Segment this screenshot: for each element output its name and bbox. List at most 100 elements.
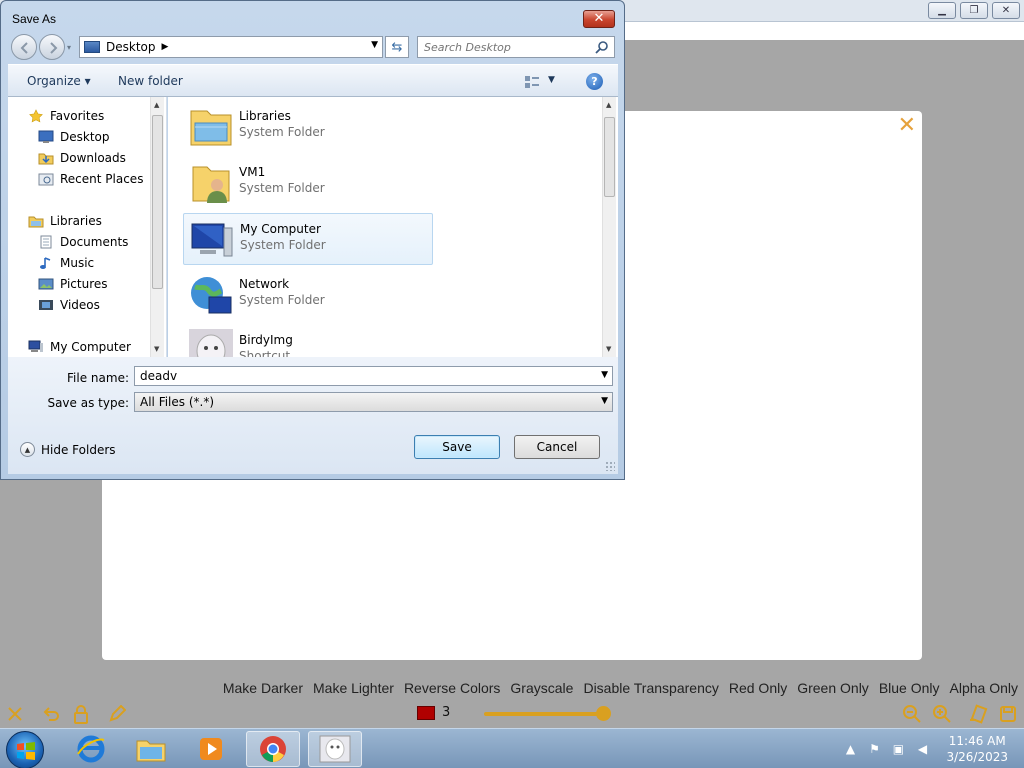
address-bar[interactable]: Desktop ▶ ▼ — [79, 36, 383, 58]
filter-grayscale[interactable]: Grayscale — [510, 680, 573, 696]
canvas-close-icon[interactable]: ✕ — [898, 115, 916, 137]
change-view-icon[interactable] — [524, 75, 540, 89]
color-swatch[interactable] — [417, 706, 435, 720]
network-status-icon[interactable]: ▣ — [890, 741, 906, 757]
scroll-down-icon[interactable]: ▼ — [606, 345, 611, 353]
help-icon[interactable]: ? — [586, 73, 603, 90]
recent-places-icon — [38, 173, 54, 186]
save-as-dialog: Save As ✕ ▾ Desktop ▶ ▼ ⇆ Organize ▾ New… — [0, 0, 625, 480]
desktop-icon — [38, 130, 54, 143]
filter-blue-only[interactable]: Blue Only — [879, 680, 940, 696]
dialog-close-button[interactable]: ✕ — [583, 10, 615, 28]
refresh-icon: ⇆ — [391, 39, 403, 55]
file-explorer-icon[interactable] — [124, 731, 178, 767]
internet-explorer-icon[interactable] — [64, 731, 118, 767]
volume-muted-icon[interactable]: ◀ — [914, 741, 930, 757]
nav-libraries[interactable]: Libraries — [28, 212, 102, 230]
save-button[interactable]: Save — [414, 435, 500, 459]
filter-red-only[interactable]: Red Only — [729, 680, 787, 696]
image-app-icon[interactable] — [308, 731, 362, 767]
nav-downloads[interactable]: Downloads — [38, 149, 126, 167]
organize-menu[interactable]: Organize ▾ — [27, 74, 91, 88]
hide-folders-button[interactable]: ▲ Hide Folders — [20, 442, 116, 457]
nav-favorites[interactable]: Favorites — [28, 107, 104, 125]
media-player-icon[interactable] — [184, 731, 238, 767]
nav-my-computer[interactable]: My Computer — [28, 338, 131, 356]
file-list-scrollbar[interactable]: ▲ ▼ — [602, 97, 616, 357]
nav-pane-scrollbar[interactable]: ▲ ▼ — [150, 97, 164, 357]
close-window-button[interactable]: ✕ — [992, 2, 1020, 19]
save-icon[interactable] — [996, 702, 1020, 726]
search-input[interactable] — [424, 40, 594, 54]
cancel-button[interactable]: Cancel — [514, 435, 600, 459]
nav-pictures[interactable]: Pictures — [38, 275, 108, 293]
file-name: Network — [239, 277, 290, 291]
recent-locations-icon[interactable]: ▾ — [67, 43, 71, 52]
filter-alpha-only[interactable]: Alpha Only — [950, 680, 1018, 696]
navigation-pane: Favorites Desktop Downloads Recent Place… — [8, 97, 167, 357]
nav-desktop[interactable]: Desktop — [38, 128, 110, 146]
file-name-dropdown-icon[interactable]: ▼ — [601, 370, 608, 380]
file-item-vm1[interactable]: VM1 System Folder — [183, 157, 433, 209]
save-type-select[interactable]: All Files (*.*) ▼ — [134, 392, 613, 412]
filter-green-only[interactable]: Green Only — [797, 680, 869, 696]
file-item-birdyimg[interactable]: BirdyImg Shortcut — [183, 325, 433, 357]
filter-reverse-colors[interactable]: Reverse Colors — [404, 680, 500, 696]
music-icon — [40, 257, 51, 269]
save-type-dropdown-icon[interactable]: ▼ — [601, 396, 608, 406]
scroll-down-icon[interactable]: ▼ — [154, 345, 159, 353]
new-folder-button[interactable]: New folder — [118, 74, 183, 88]
nav-videos[interactable]: Videos — [38, 296, 100, 314]
search-icon[interactable] — [595, 40, 609, 54]
start-button[interactable] — [6, 731, 44, 768]
show-hidden-icons-icon[interactable]: ▲ — [842, 741, 858, 757]
nav-label: Documents — [60, 235, 129, 249]
resize-grip-icon[interactable] — [605, 461, 615, 471]
zoom-in-icon[interactable] — [930, 702, 954, 726]
address-dropdown-icon[interactable]: ▼ — [371, 40, 378, 50]
file-item-network[interactable]: Network System Folder — [183, 269, 433, 321]
scroll-up-icon[interactable]: ▲ — [606, 101, 611, 109]
refresh-button[interactable]: ⇆ — [385, 36, 409, 58]
nav-label: Downloads — [60, 151, 126, 165]
clock[interactable]: 11:46 AM 3/26/2023 — [946, 733, 1008, 765]
minimize-button[interactable]: ▁ — [928, 2, 956, 19]
forward-button[interactable] — [39, 34, 65, 60]
breadcrumb-chevron-icon[interactable]: ▶ — [162, 42, 169, 52]
file-item-my-computer[interactable]: My Computer System Folder — [183, 213, 433, 265]
nav-label: Pictures — [60, 277, 108, 291]
filter-disable-transparency[interactable]: Disable Transparency — [583, 680, 718, 696]
rotate-icon[interactable] — [966, 702, 990, 726]
file-name-field[interactable]: deadv ▼ — [134, 366, 613, 386]
scroll-up-icon[interactable]: ▲ — [154, 101, 159, 109]
filter-make-darker[interactable]: Make Darker — [223, 680, 303, 696]
search-box[interactable] — [417, 36, 615, 58]
nav-music[interactable]: Music — [38, 254, 94, 272]
action-center-icon[interactable]: ⚑ — [866, 741, 882, 757]
undo-icon[interactable] — [39, 702, 63, 726]
back-button[interactable] — [11, 34, 37, 60]
network-icon — [191, 277, 232, 314]
nav-recent-places[interactable]: Recent Places — [38, 170, 143, 188]
view-options-dropdown-icon[interactable]: ▼ — [548, 75, 555, 85]
file-name-value[interactable]: deadv — [140, 369, 177, 383]
address-location[interactable]: Desktop — [106, 40, 156, 54]
scroll-thumb[interactable] — [604, 117, 615, 197]
close-icon[interactable] — [3, 702, 27, 726]
scroll-thumb[interactable] — [152, 115, 163, 289]
zoom-out-icon[interactable] — [900, 702, 924, 726]
pencil-icon[interactable] — [105, 702, 129, 726]
chrome-icon[interactable] — [246, 731, 300, 767]
file-item-libraries[interactable]: Libraries System Folder — [183, 101, 433, 153]
slider-handle[interactable] — [596, 706, 611, 721]
nav-documents[interactable]: Documents — [38, 233, 128, 251]
desktop-icon — [84, 41, 100, 53]
brush-size-slider[interactable] — [484, 712, 604, 716]
user-folder-icon — [192, 166, 230, 203]
lock-icon[interactable] — [69, 702, 93, 726]
restore-button[interactable]: ❐ — [960, 2, 988, 19]
filter-make-lighter[interactable]: Make Lighter — [313, 680, 394, 696]
command-toolbar: Organize ▾ New folder ▼ ? — [8, 64, 618, 97]
taskbar: ▲ ⚑ ▣ ◀ 11:46 AM 3/26/2023 — [0, 728, 1024, 768]
clock-date: 3/26/2023 — [946, 750, 1008, 764]
